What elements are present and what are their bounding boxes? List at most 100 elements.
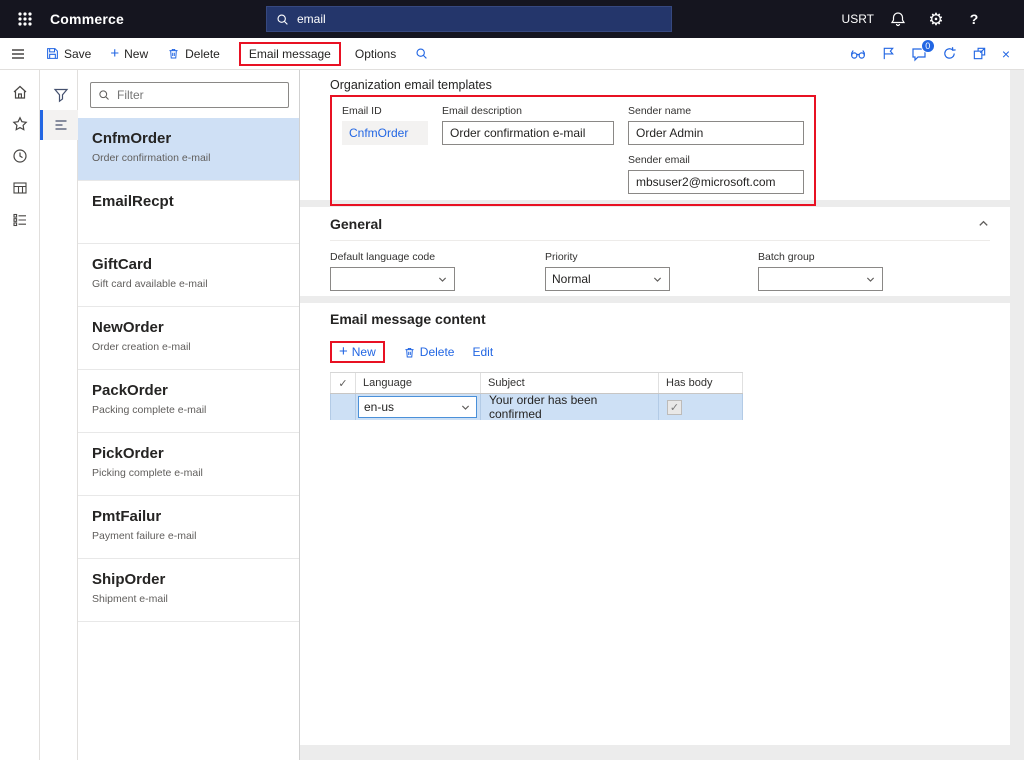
- template-list-panel: CnfmOrder Order confirmation e-mail Emai…: [78, 70, 300, 760]
- notifications-button[interactable]: [884, 0, 912, 38]
- options-button[interactable]: Options: [355, 47, 396, 61]
- sender-name-input[interactable]: [628, 121, 804, 145]
- template-item[interactable]: PackOrder Packing complete e-mail: [78, 370, 299, 433]
- grid-new-button[interactable]: + New: [330, 341, 385, 363]
- app-name: Commerce: [50, 11, 124, 27]
- priority-dropdown[interactable]: Normal: [545, 267, 670, 291]
- email-id-field[interactable]: CnfmOrder: [342, 121, 428, 145]
- search-icon: [415, 47, 428, 60]
- chevron-up-icon[interactable]: [977, 217, 990, 230]
- message-content-grid: Language Subject Has body en-us: [330, 372, 743, 420]
- page-title: Organization email templates: [330, 78, 1010, 92]
- email-message-content-section: Email message content + New Delete Edi: [300, 303, 1010, 745]
- topbar-right: USRT ⚙ ?: [842, 0, 1024, 38]
- sender-email-input[interactable]: [628, 170, 804, 194]
- template-item[interactable]: NewOrder Order creation e-mail: [78, 307, 299, 370]
- default-language-dropdown[interactable]: [330, 267, 455, 291]
- company-button[interactable]: USRT: [842, 0, 874, 38]
- messages-icon[interactable]: 0: [911, 46, 927, 62]
- general-section: General Default language code: [300, 207, 1010, 296]
- app-launcher-icon[interactable]: [8, 2, 42, 36]
- has-body-column-header[interactable]: Has body: [659, 373, 743, 393]
- search-icon: [276, 13, 289, 26]
- global-search-input[interactable]: [297, 12, 662, 26]
- new-button[interactable]: + New: [110, 47, 148, 61]
- glasses-icon[interactable]: [850, 46, 866, 62]
- flag-icon[interactable]: [881, 46, 896, 61]
- email-description-label: Email description: [442, 105, 614, 117]
- menu-toggle-icon[interactable]: [10, 46, 26, 62]
- subject-column-header[interactable]: Subject: [481, 373, 659, 393]
- star-icon[interactable]: [12, 116, 28, 132]
- plus-icon: +: [110, 48, 119, 60]
- email-id-label: Email ID: [342, 105, 428, 117]
- settings-button[interactable]: ⚙: [922, 0, 950, 38]
- batch-group-dropdown[interactable]: [758, 267, 883, 291]
- content-section-title: Email message content: [330, 311, 486, 327]
- filter-funnel-button[interactable]: [40, 80, 78, 110]
- list-view-button[interactable]: [40, 110, 78, 140]
- select-all-header[interactable]: [330, 373, 356, 393]
- template-item[interactable]: ShipOrder Shipment e-mail: [78, 559, 299, 622]
- help-icon: ?: [970, 11, 979, 27]
- sender-name-label: Sender name: [628, 105, 804, 117]
- trash-icon: [403, 346, 416, 359]
- action-bar-right: 0 ×: [850, 46, 1014, 62]
- funnel-icon: [53, 87, 69, 103]
- filter-rail: [40, 70, 78, 760]
- main-content: Organization email templates Email ID Cn…: [300, 70, 1024, 760]
- close-icon[interactable]: ×: [1002, 48, 1010, 60]
- action-bar: Save + New Delete Email message Options: [0, 38, 1024, 70]
- annotation-box-header-fields: Email ID CnfmOrder Email description Sen…: [330, 95, 816, 206]
- task-list-icon[interactable]: [12, 212, 28, 228]
- clock-icon[interactable]: [12, 148, 28, 164]
- template-item[interactable]: CnfmOrder Order confirmation e-mail: [78, 118, 299, 181]
- template-item[interactable]: GiftCard Gift card available e-mail: [78, 244, 299, 307]
- help-button[interactable]: ?: [960, 0, 988, 38]
- header-card: Organization email templates Email ID Cn…: [300, 70, 1010, 200]
- search-icon: [98, 89, 110, 101]
- has-body-checkbox: [667, 400, 682, 415]
- bell-icon: [890, 11, 906, 27]
- save-icon: [46, 47, 59, 60]
- trash-icon: [167, 47, 180, 60]
- gear-icon: ⚙: [928, 11, 943, 28]
- row-select-cell[interactable]: [330, 394, 356, 420]
- email-message-button[interactable]: Email message: [239, 42, 341, 66]
- sender-email-label: Sender email: [628, 154, 804, 166]
- template-item[interactable]: PickOrder Picking complete e-mail: [78, 433, 299, 496]
- grid-icon[interactable]: [12, 180, 28, 196]
- subject-cell[interactable]: Your order has been confirmed: [481, 393, 658, 421]
- grid-delete-button[interactable]: Delete: [403, 345, 455, 359]
- delete-button[interactable]: Delete: [167, 47, 220, 61]
- global-search[interactable]: [266, 6, 672, 32]
- template-filter[interactable]: [90, 82, 289, 108]
- chevron-down-icon: [460, 402, 471, 413]
- template-list: CnfmOrder Order confirmation e-mail Emai…: [78, 118, 299, 622]
- workspace: CnfmOrder Order confirmation e-mail Emai…: [0, 70, 1024, 760]
- list-view-icon: [53, 117, 69, 133]
- open-in-new-window-icon[interactable]: [972, 46, 987, 61]
- template-item[interactable]: PmtFailur Payment failure e-mail: [78, 496, 299, 559]
- refresh-icon[interactable]: [942, 46, 957, 61]
- plus-icon: +: [339, 346, 348, 358]
- top-bar: Commerce USRT ⚙ ?: [0, 0, 1024, 38]
- chevron-down-icon: [865, 274, 876, 285]
- toolbar-search-button[interactable]: [415, 47, 428, 60]
- chevron-down-icon: [437, 274, 448, 285]
- template-item[interactable]: EmailRecpt: [78, 181, 299, 244]
- email-description-input[interactable]: [442, 121, 614, 145]
- grid-row[interactable]: en-us Your order has been confirmed: [330, 394, 743, 420]
- save-button[interactable]: Save: [46, 47, 91, 61]
- language-cell-dropdown[interactable]: en-us: [358, 396, 477, 418]
- batch-group-label: Batch group: [758, 251, 973, 263]
- general-section-title: General: [330, 216, 382, 232]
- messages-badge: 0: [921, 39, 935, 53]
- language-column-header[interactable]: Language: [356, 373, 481, 393]
- template-filter-input[interactable]: [117, 88, 281, 102]
- priority-label: Priority: [545, 251, 758, 263]
- home-icon[interactable]: [12, 84, 28, 100]
- grid-edit-button[interactable]: Edit: [472, 345, 493, 359]
- chevron-down-icon: [652, 274, 663, 285]
- default-language-label: Default language code: [330, 251, 545, 263]
